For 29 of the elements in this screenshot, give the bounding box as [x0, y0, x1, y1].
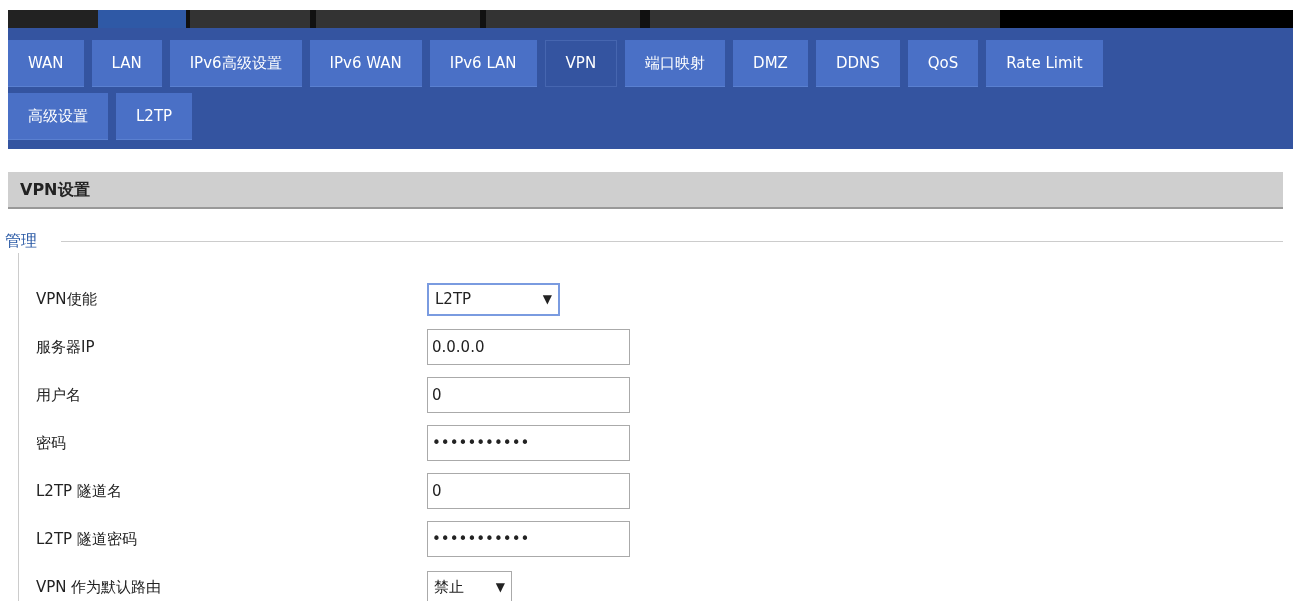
tab[interactable]: LAN	[91, 40, 162, 87]
tab[interactable]: VPN	[544, 40, 618, 87]
field-label: 用户名	[35, 384, 82, 406]
field-label: 服务器IP	[35, 336, 96, 358]
field-label: VPN 作为默认路由	[35, 576, 163, 598]
field-label: 密码	[35, 432, 67, 454]
field-label: L2TP 隧道名	[35, 480, 123, 502]
tab[interactable]: WAN	[8, 40, 84, 87]
dropdown[interactable]: L2TP ▼	[427, 282, 560, 316]
input-field[interactable]: 0.0.0.0	[427, 329, 630, 365]
tab[interactable]: QoS	[907, 40, 979, 87]
tab[interactable]: DDNS	[815, 40, 900, 87]
tab[interactable]: IPv6 WAN	[309, 40, 422, 87]
field-label: VPN使能	[35, 288, 98, 310]
input-field[interactable]: 0	[427, 377, 630, 413]
group-legend: 管理	[0, 229, 37, 253]
input-field[interactable]: •••••••••••	[427, 521, 630, 557]
input-field[interactable]: 0	[427, 473, 630, 509]
section-title: VPN设置	[8, 172, 1283, 209]
tab[interactable]: DMZ	[733, 40, 808, 87]
tab[interactable]: L2TP	[116, 93, 193, 140]
field-label: L2TP 隧道密码	[35, 528, 138, 550]
tab[interactable]: 端口映射	[625, 40, 726, 87]
tab[interactable]: IPv6 LAN	[429, 40, 537, 87]
tab[interactable]: 高级设置	[8, 93, 108, 140]
dropdown[interactable]: 禁止 ▼	[427, 570, 512, 601]
tab[interactable]: Rate Limit	[986, 40, 1103, 87]
input-field[interactable]: •••••••••••	[427, 425, 630, 461]
tab[interactable]: IPv6高级设置	[169, 40, 302, 87]
